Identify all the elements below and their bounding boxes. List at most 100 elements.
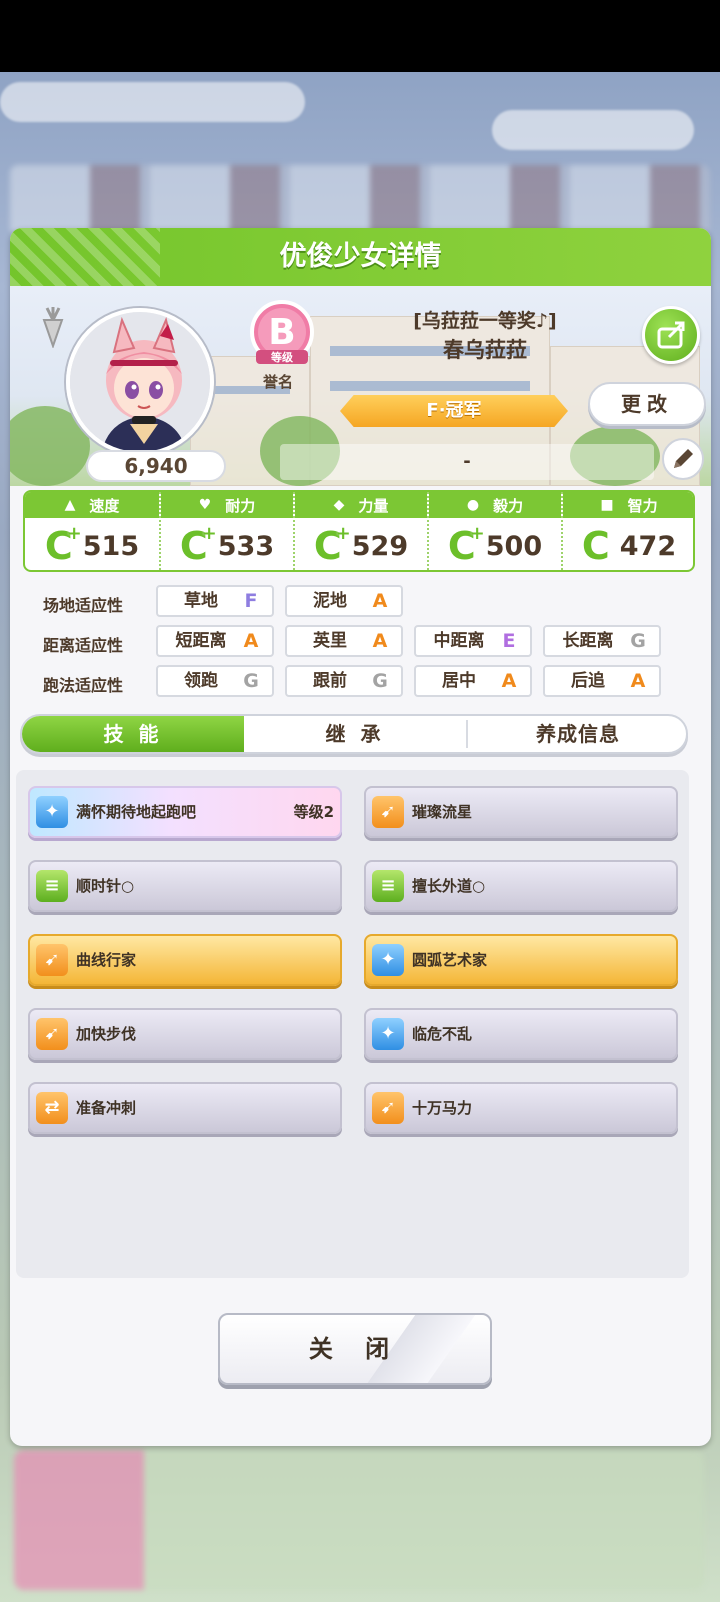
skill-name: 十万马力: [412, 1099, 473, 1117]
graduation-cap-icon: ■: [600, 497, 614, 513]
runner-icon: ➹: [372, 1092, 404, 1124]
stat-grade: C +: [179, 523, 217, 568]
skill-name: 擅长外道○: [412, 877, 486, 895]
tab-training-info[interactable]: 养成信息: [468, 716, 686, 752]
aptitude-sprint: 短距离 A: [156, 625, 274, 657]
stat-label: 智力: [627, 496, 658, 515]
aptitude-grade: G: [243, 670, 259, 692]
change-title-button[interactable]: 更改: [588, 382, 706, 426]
detail-tabs: 技 能 继 承 养成信息: [20, 714, 688, 754]
stat-value: 472: [619, 530, 677, 562]
course-icon: ≡: [372, 870, 404, 902]
rank-badge-icon: B 等级: [250, 300, 314, 364]
arrows-icon: ⇄: [36, 1092, 68, 1124]
skill-name: 满怀期待地起跑吧: [76, 803, 197, 821]
skill-name: 璀璨流星: [412, 803, 473, 821]
stat-value: 515: [82, 530, 140, 562]
skills-list: ✦ 满怀期待地起跑吧 等级2 ➹ 璀璨流星 ≡ 顺时针○ ≡ 擅长外道○ ➹ 曲…: [16, 770, 689, 1278]
aptitude-front-runner: 领跑 G: [156, 665, 274, 697]
rank-letter: B: [268, 312, 295, 353]
skill-item[interactable]: ⇄ 准备冲刺: [28, 1082, 342, 1134]
aptitude-late-surger: 居中 A: [414, 665, 532, 697]
runner-icon: ➹: [36, 944, 68, 976]
stat-value: 529: [351, 530, 409, 562]
skill-item[interactable]: ✦ 圆弧艺术家: [364, 934, 678, 986]
distance-aptitude-label: 距离适应性: [43, 636, 124, 655]
stat-label: 毅力: [493, 496, 524, 515]
skill-name: 准备冲刺: [76, 1099, 137, 1117]
skill-level: 等级2: [293, 803, 334, 821]
sparkle-icon: ✦: [372, 1018, 404, 1050]
dialog-title: 优俊少女详情: [279, 241, 442, 272]
skill-name: 顺时针○: [76, 877, 135, 895]
building-windows: [330, 381, 530, 391]
arm-icon: ◆: [333, 497, 345, 513]
aptitude-grade: G: [372, 670, 388, 692]
character-avatar: [66, 308, 214, 456]
stat-label: 力量: [358, 496, 389, 515]
heart-icon: ♥: [198, 497, 212, 513]
aptitude-end-closer: 后追 A: [543, 665, 661, 697]
status-bar: [0, 0, 720, 72]
skill-item[interactable]: ✦ 满怀期待地起跑吧 等级2: [28, 786, 342, 838]
skill-item[interactable]: ≡ 顺时针○: [28, 860, 342, 912]
aptitude-long: 长距离 G: [543, 625, 661, 657]
stat-value: 533: [217, 530, 275, 562]
aptitude-grade: G: [630, 630, 646, 652]
skill-name: 圆弧艺术家: [412, 951, 488, 969]
runner-icon: ➹: [372, 796, 404, 828]
stat-block: ▲ 速度 C +515 ♥ 耐力 C +533 ◆ 力量 C +529 ● 毅力 C +500 …: [23, 490, 695, 572]
umamusume-detail-dialog: 优俊少女详情 6,940 B 等级 誉名 [乌菈菈一等奖♪] 春乌菈菈 F·冠军…: [10, 228, 711, 1446]
champion-banner: F·冠军: [340, 395, 568, 427]
aptitude-grade: A: [372, 590, 388, 612]
skill-name: 曲线行家: [76, 951, 137, 969]
background-blurred-header: [0, 82, 305, 122]
stat-grade: C: [581, 524, 610, 568]
skill-name: 临危不乱: [412, 1025, 473, 1043]
track-aptitude-label: 场地适应性: [43, 596, 124, 615]
stat-grade: C +: [313, 523, 351, 568]
aptitude-grade: A: [243, 630, 259, 652]
skill-item[interactable]: ✦ 临危不乱: [364, 1008, 678, 1060]
pencil-icon: [674, 449, 693, 468]
background-blurred-bottom-menu: [14, 1450, 704, 1590]
skill-item[interactable]: ➹ 十万马力: [364, 1082, 678, 1134]
skill-item[interactable]: ➹ 加快步伐: [28, 1008, 342, 1060]
stat-grade: C +: [44, 523, 82, 568]
skill-item[interactable]: ➹ 璀璨流星: [364, 786, 678, 838]
course-icon: ≡: [36, 870, 68, 902]
flame-icon: ●: [466, 497, 480, 513]
skill-name: 加快步伐: [76, 1025, 137, 1043]
skill-item[interactable]: ≡ 擅长外道○: [364, 860, 678, 912]
profile-comment: -: [280, 444, 654, 480]
aptitude-grade: A: [501, 670, 517, 692]
carrot-icon: [42, 307, 64, 348]
stat-speed: ▲ 速度 C +515: [25, 492, 159, 570]
aptitude-medium: 中距离 E: [414, 625, 532, 657]
skill-item[interactable]: ➹ 曲线行家: [28, 934, 342, 986]
aptitude-grade: A: [372, 630, 388, 652]
aptitude-grade: A: [630, 670, 646, 692]
stat-value: 500: [485, 530, 543, 562]
stat-label: 耐力: [225, 496, 256, 515]
tab-skills[interactable]: 技 能: [22, 716, 244, 752]
background-blurred-button: [492, 110, 694, 150]
dialog-header: 优俊少女详情: [10, 228, 711, 286]
stat-guts: ● 毅力 C +500: [427, 492, 561, 570]
stat-wisdom: ■ 智力 C 472: [561, 492, 693, 570]
aptitude-grade: E: [502, 630, 516, 652]
style-aptitude-label: 跑法适应性: [43, 676, 124, 695]
stat-stamina: ♥ 耐力 C +533: [159, 492, 293, 570]
close-button[interactable]: 关 闭: [218, 1313, 492, 1385]
runner-icon: ➹: [36, 1018, 68, 1050]
sparkle-icon: ✦: [372, 944, 404, 976]
close-label: 关 闭: [308, 1335, 402, 1363]
share-button[interactable]: [642, 306, 700, 364]
shoe-icon: ▲: [64, 497, 76, 513]
sparkle-icon: ✦: [36, 796, 68, 828]
edit-comment-button[interactable]: [662, 438, 704, 480]
tab-inheritance[interactable]: 继 承: [244, 716, 466, 752]
character-name: 春乌菈菈: [443, 338, 527, 362]
rank-caption: 誉名: [262, 373, 293, 391]
share-icon: [657, 321, 685, 349]
